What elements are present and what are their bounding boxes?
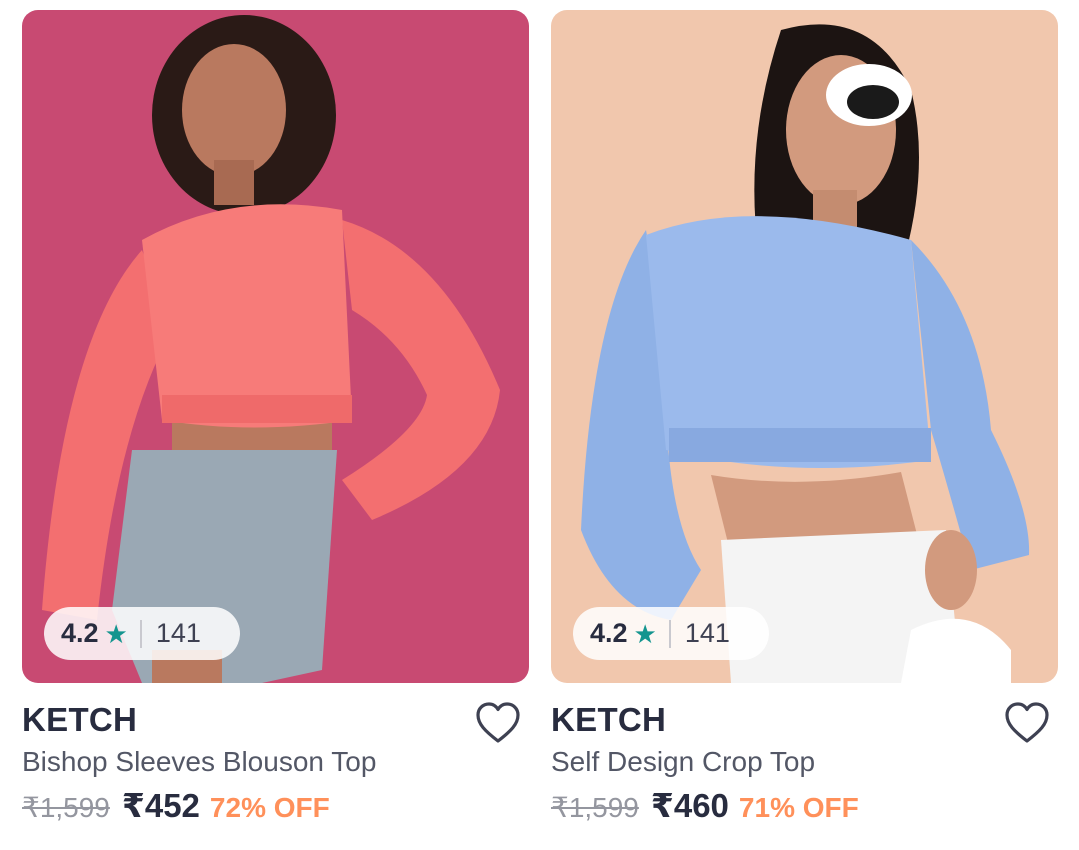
product-name: Self Design Crop Top xyxy=(551,746,816,777)
discount-label: 71% OFF xyxy=(738,792,859,823)
product-image[interactable]: 4.2 ★ 141 xyxy=(22,10,529,683)
heart-outline-icon[interactable] xyxy=(475,701,521,745)
rating-score: 4.2 xyxy=(590,618,628,648)
rating-count: 141 xyxy=(155,618,201,648)
mrp-price: ₹1,599 xyxy=(22,792,110,823)
discount-label: 72% OFF xyxy=(209,792,330,823)
product-brand: KETCH xyxy=(551,701,667,738)
rating-badge: 4.2 ★ 141 xyxy=(573,607,769,660)
price-row: ₹1,599 ₹460 71% OFF xyxy=(551,786,859,825)
product-card[interactable]: 4.2 ★ 141 KETCH Self Design Crop Top ₹1,… xyxy=(551,10,1058,840)
rating-badge: 4.2 ★ 141 xyxy=(44,607,240,660)
product-name: Bishop Sleeves Blouson Top xyxy=(22,746,377,777)
star-icon: ★ xyxy=(633,618,657,649)
rating-divider xyxy=(668,619,671,648)
rating-count: 141 xyxy=(684,618,730,648)
heart-outline-icon[interactable] xyxy=(1004,701,1050,745)
product-grid: 4.2 ★ 141 KETCH Bishop Sleeves Blouson T… xyxy=(0,0,1079,850)
price-row: ₹1,599 ₹452 72% OFF xyxy=(22,786,330,825)
product-photo-blue-top xyxy=(551,10,1058,683)
product-info[interactable]: KETCH Bishop Sleeves Blouson Top ₹1,599 … xyxy=(22,683,529,840)
product-card[interactable]: 4.2 ★ 141 KETCH Bishop Sleeves Blouson T… xyxy=(22,10,529,840)
product-image[interactable]: 4.2 ★ 141 xyxy=(551,10,1058,683)
selling-price: ₹452 xyxy=(121,787,200,824)
rating-score: 4.2 xyxy=(61,618,99,648)
rating-divider xyxy=(139,619,142,648)
selling-price: ₹460 xyxy=(650,787,729,824)
mrp-price: ₹1,599 xyxy=(551,792,639,823)
product-info[interactable]: KETCH Self Design Crop Top ₹1,599 ₹460 7… xyxy=(551,683,1058,840)
product-photo-coral-top xyxy=(22,10,529,683)
product-brand: KETCH xyxy=(22,701,138,738)
star-icon: ★ xyxy=(104,618,128,649)
